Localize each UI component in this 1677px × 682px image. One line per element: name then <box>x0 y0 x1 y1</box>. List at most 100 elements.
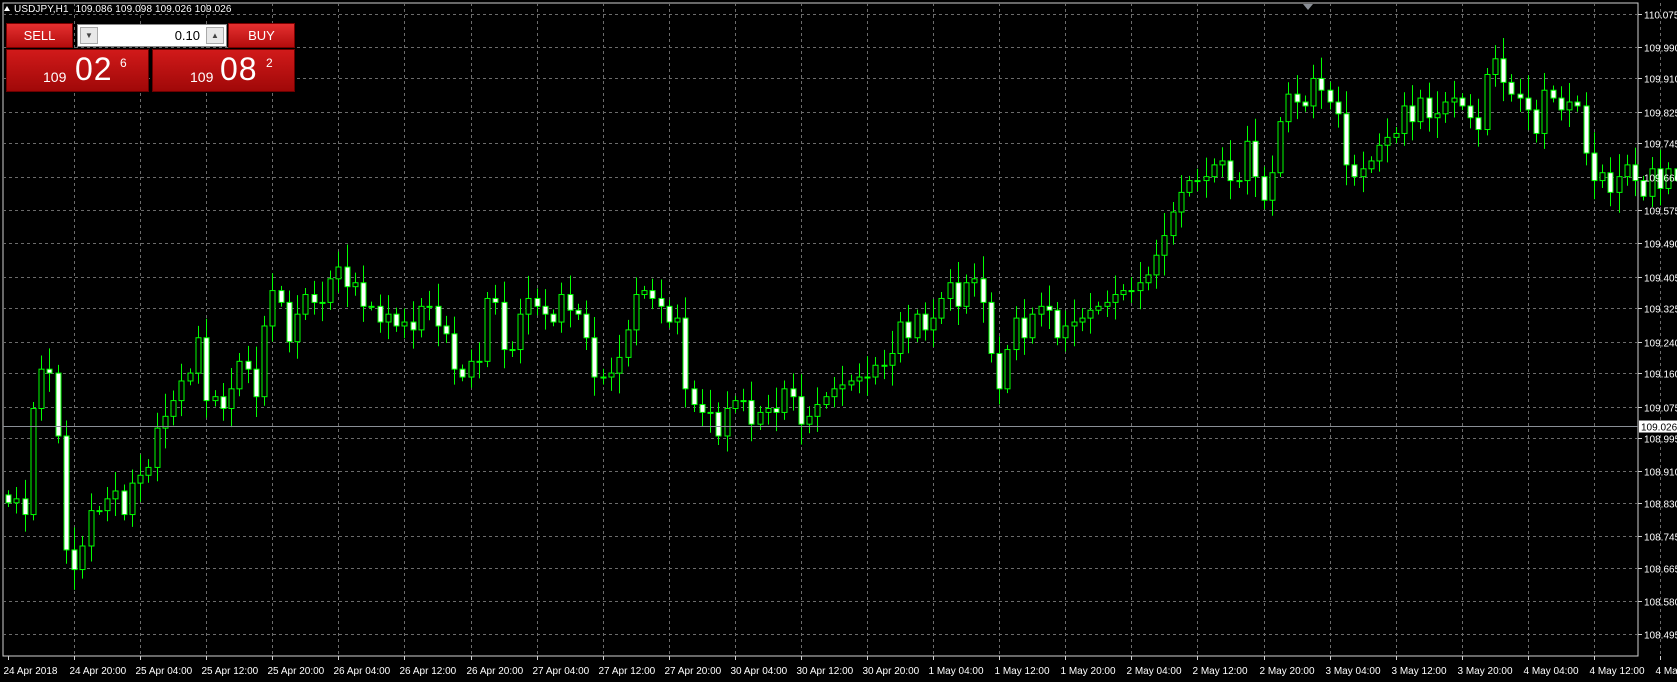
candle <box>905 304 912 354</box>
candle-body <box>1451 97 1458 103</box>
candle-body <box>1517 93 1524 99</box>
candle-body <box>625 329 632 358</box>
candle <box>1550 85 1557 103</box>
candle-body <box>1178 191 1185 213</box>
candle <box>1211 158 1218 183</box>
candle-body <box>666 305 673 323</box>
candle <box>1624 154 1631 186</box>
candle-body <box>228 388 235 409</box>
candle <box>534 288 541 316</box>
candle-body <box>922 313 929 331</box>
candle-body <box>814 404 821 417</box>
candle <box>691 380 698 413</box>
candle <box>1459 93 1466 111</box>
y-tick-label: 109.405 <box>1644 274 1677 285</box>
candle-body <box>1153 254 1160 276</box>
buy-button[interactable]: BUY <box>228 23 295 48</box>
candle <box>129 469 136 527</box>
candle-body <box>881 364 888 367</box>
x-tick-label: 26 Apr 20:00 <box>467 666 524 677</box>
candle <box>509 341 516 357</box>
candle-body <box>1607 172 1614 193</box>
candle <box>1013 306 1020 361</box>
lot-decrease-icon[interactable]: ▼ <box>80 27 98 44</box>
candle <box>451 316 458 385</box>
candle-body <box>1112 294 1119 303</box>
chart-shift-marker-icon[interactable] <box>1303 4 1313 10</box>
candle <box>245 345 252 384</box>
candle <box>1393 126 1400 144</box>
price-chart[interactable]: 109.026 110.075 109.990 109.910 109.825 109.… <box>0 0 1677 682</box>
candle <box>393 307 400 332</box>
candle-body <box>1417 97 1424 123</box>
candle-body <box>88 510 95 547</box>
y-tick-label: 108.910 <box>1644 468 1677 479</box>
collapse-triangle-icon[interactable] <box>4 6 10 11</box>
candle <box>1376 133 1383 172</box>
candle <box>286 290 293 353</box>
candle-body <box>104 498 111 512</box>
candle-body <box>790 388 797 398</box>
candle-body <box>1393 132 1400 138</box>
sell-price-quote[interactable]: 109 02 6 <box>6 49 149 92</box>
candle-body <box>1583 105 1590 154</box>
candle-body <box>71 549 78 571</box>
candle-body <box>129 482 136 516</box>
candle-body <box>525 297 532 315</box>
y-tick-label: 108.830 <box>1644 500 1677 511</box>
y-tick-label: 109.990 <box>1644 44 1677 55</box>
candle-body <box>1566 101 1573 111</box>
buy-price-fraction: 2 <box>266 56 273 70</box>
candle <box>814 387 821 432</box>
candle-body <box>715 411 722 437</box>
candle-body <box>1261 176 1268 201</box>
candle <box>633 277 640 346</box>
candle <box>558 282 565 333</box>
candle <box>55 364 62 444</box>
candle-body <box>154 427 161 468</box>
candle <box>517 298 524 364</box>
candle-body <box>1219 160 1226 166</box>
candle-body <box>1104 301 1111 307</box>
candle-body <box>236 360 243 390</box>
candle <box>1525 75 1532 131</box>
candle-body <box>575 309 582 315</box>
candle <box>724 391 731 452</box>
sell-button[interactable]: SELL <box>6 23 73 48</box>
x-tick-label: 30 Apr 04:00 <box>731 666 788 677</box>
candle-body <box>1409 105 1416 123</box>
candle <box>1095 301 1102 315</box>
candle-body <box>96 510 103 513</box>
y-tick-label: 109.660 <box>1644 174 1677 185</box>
candle <box>137 454 144 502</box>
y-tick-label: 109.745 <box>1644 140 1677 151</box>
candle <box>1401 92 1408 146</box>
buy-price-quote[interactable]: 109 08 2 <box>152 49 295 92</box>
lot-size-input[interactable] <box>100 27 200 44</box>
candle-body <box>286 301 293 343</box>
candle-body <box>22 498 29 516</box>
candle <box>1046 285 1053 329</box>
candle <box>1079 308 1086 332</box>
sell-price-fraction: 6 <box>120 56 127 70</box>
candle <box>5 490 12 508</box>
candle-body <box>938 297 945 319</box>
ohlc-values: 109.086 109.098 109.026 109.026 <box>75 4 232 15</box>
candle-body <box>401 321 408 327</box>
candle-body <box>38 368 45 409</box>
candle <box>377 294 384 333</box>
y-tick-label: 108.745 <box>1644 533 1677 544</box>
x-tick-label: 26 Apr 12:00 <box>400 666 457 677</box>
candle <box>1178 175 1185 228</box>
candle-body <box>1599 172 1606 182</box>
candle <box>459 364 466 382</box>
chart-frame <box>2 2 1639 657</box>
candle <box>1343 91 1350 186</box>
candle <box>203 318 210 418</box>
candle-body <box>996 352 1003 390</box>
candle-body <box>748 400 755 425</box>
candle <box>1434 91 1441 139</box>
candle-body <box>988 301 995 354</box>
lot-increase-icon[interactable]: ▲ <box>206 27 224 44</box>
candle-body <box>1087 309 1094 319</box>
